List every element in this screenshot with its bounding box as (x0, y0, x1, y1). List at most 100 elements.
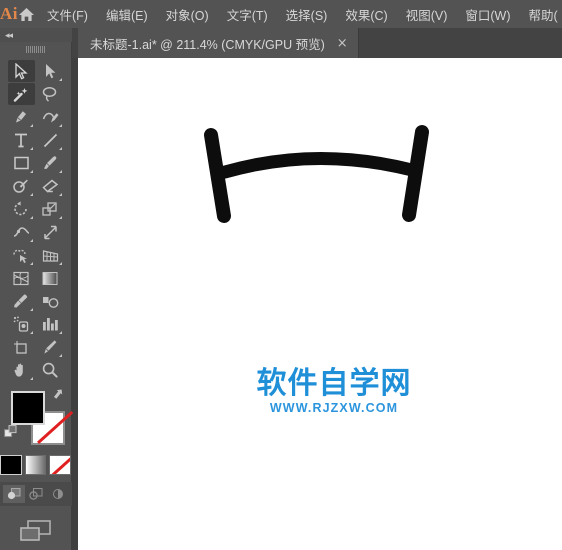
tool-row (0, 290, 71, 312)
tool-flyout-corner-icon (29, 124, 33, 127)
tool-row (0, 313, 71, 335)
slice-tool[interactable] (37, 336, 64, 358)
blend-tool[interactable] (37, 290, 64, 312)
none-slash-icon (50, 456, 71, 474)
tool-panel-drag-handle[interactable] (0, 42, 71, 56)
rectangle-tool[interactable] (8, 152, 35, 174)
tool-row (0, 359, 71, 381)
free-transform-tool[interactable] (37, 221, 64, 243)
width-tool[interactable] (8, 221, 35, 243)
draw-behind-button[interactable] (25, 485, 47, 503)
tool-flyout-corner-icon (58, 170, 62, 173)
menu-view[interactable]: 视图(V) (397, 0, 457, 28)
tool-row (0, 336, 71, 358)
paintbrush-tool[interactable] (37, 152, 64, 174)
screen-mode-row (0, 519, 71, 548)
tool-flyout-corner-icon (29, 147, 33, 150)
collapse-chevrons-icon[interactable]: ◂◂ (5, 30, 13, 40)
menu-edit[interactable]: 编辑(E) (97, 0, 157, 28)
close-icon[interactable]: × (337, 37, 348, 50)
tool-panel: ◂◂ (0, 28, 73, 550)
artboard-tool[interactable] (8, 336, 35, 358)
color-mode-button[interactable] (0, 455, 22, 475)
tool-flyout-corner-icon (29, 331, 33, 334)
change-screen-mode-button[interactable] (19, 519, 53, 548)
home-icon[interactable] (18, 0, 35, 28)
tool-row (0, 83, 71, 105)
lasso-tool[interactable] (37, 83, 64, 105)
swap-fill-stroke-icon[interactable] (53, 389, 66, 407)
menu-item-list: 文件(F) 编辑(E) 对象(O) 文字(T) 选择(S) 效果(C) 视图(V… (41, 0, 562, 28)
illustrator-window: Ai 文件(F) 编辑(E) 对象(O) 文字(T) 选择(S) 效果(C) 视… (0, 0, 562, 550)
line-segment-tool[interactable] (37, 129, 64, 151)
color-mode-buttons (0, 455, 72, 475)
column-graph-tool[interactable] (37, 313, 64, 335)
tool-flyout-corner-icon (58, 354, 62, 357)
rotate-tool[interactable] (8, 198, 35, 220)
menu-type[interactable]: 文字(T) (218, 0, 277, 28)
h-shape-path[interactable] (78, 58, 562, 550)
watermark: 软件自学网 WWW.RJZXW.COM (254, 368, 414, 415)
tool-list (0, 56, 71, 381)
eraser-tool[interactable] (37, 175, 64, 197)
draw-normal-button[interactable] (3, 485, 25, 503)
none-mode-button[interactable] (49, 455, 72, 475)
fill-stroke-controls (0, 387, 73, 449)
tool-row (0, 152, 71, 174)
magic-wand-tool[interactable] (7, 83, 35, 105)
tool-flyout-corner-icon (29, 170, 33, 173)
tool-flyout-corner-icon (29, 377, 33, 380)
type-tool[interactable] (8, 129, 35, 151)
default-fill-stroke-icon[interactable] (4, 425, 18, 444)
tool-row (0, 106, 71, 128)
tool-panel-header[interactable]: ◂◂ (0, 28, 72, 42)
direct-selection-tool[interactable] (37, 60, 64, 82)
gradient-mode-button[interactable] (24, 455, 47, 475)
selection-tool[interactable] (7, 60, 35, 82)
menu-file[interactable]: 文件(F) (41, 0, 97, 28)
tool-flyout-corner-icon (29, 193, 33, 196)
tool-row (0, 244, 71, 266)
tool-flyout-corner-icon (58, 216, 62, 219)
watermark-en-text: WWW.RJZXW.COM (269, 400, 399, 415)
menu-effect[interactable]: 效果(C) (336, 0, 396, 28)
fill-swatch[interactable] (11, 391, 45, 425)
document-tab-title: 未标题-1.ai* @ 211.4% (CMYK/GPU 预览) (90, 37, 325, 52)
mesh-tool[interactable] (8, 267, 35, 289)
menu-bar: Ai 文件(F) 编辑(E) 对象(O) 文字(T) 选择(S) 效果(C) 视… (0, 0, 562, 28)
canvas-area[interactable]: 软件自学网 WWW.RJZXW.COM (78, 58, 562, 550)
hand-tool[interactable] (8, 359, 35, 381)
draw-mode-buttons (0, 482, 72, 506)
scale-tool[interactable] (37, 198, 64, 220)
tool-flyout-corner-icon (58, 78, 62, 81)
eyedropper-tool[interactable] (8, 290, 35, 312)
shape-builder-tool[interactable] (8, 244, 35, 266)
menu-window[interactable]: 窗口(W) (456, 0, 519, 28)
curvature-tool[interactable] (37, 106, 64, 128)
tool-row (0, 175, 71, 197)
tool-flyout-corner-icon (58, 193, 62, 196)
tool-flyout-corner-icon (58, 331, 62, 334)
tool-row (0, 60, 71, 82)
tool-row (0, 221, 71, 243)
shaper-tool[interactable] (8, 175, 35, 197)
zoom-tool[interactable] (37, 359, 64, 381)
symbol-sprayer-tool[interactable] (8, 313, 35, 335)
tool-row (0, 198, 71, 220)
tool-row (0, 267, 71, 289)
tool-row (0, 129, 71, 151)
grip-icon (26, 45, 45, 53)
tool-flyout-corner-icon (29, 308, 33, 311)
document-tab-bar: 未标题-1.ai* @ 211.4% (CMYK/GPU 预览) × (72, 28, 562, 58)
pen-tool[interactable] (8, 106, 35, 128)
menu-object[interactable]: 对象(O) (157, 0, 218, 28)
gradient-tool[interactable] (37, 267, 64, 289)
tool-flyout-corner-icon (29, 239, 33, 242)
menu-help[interactable]: 帮助( (520, 0, 562, 28)
draw-inside-button[interactable] (47, 485, 69, 503)
document-tab[interactable]: 未标题-1.ai* @ 211.4% (CMYK/GPU 预览) × (78, 28, 359, 58)
menu-select[interactable]: 选择(S) (277, 0, 337, 28)
watermark-cn-text: 软件自学网 (256, 366, 412, 401)
perspective-grid-tool[interactable] (37, 244, 64, 266)
tool-flyout-corner-icon (58, 124, 62, 127)
